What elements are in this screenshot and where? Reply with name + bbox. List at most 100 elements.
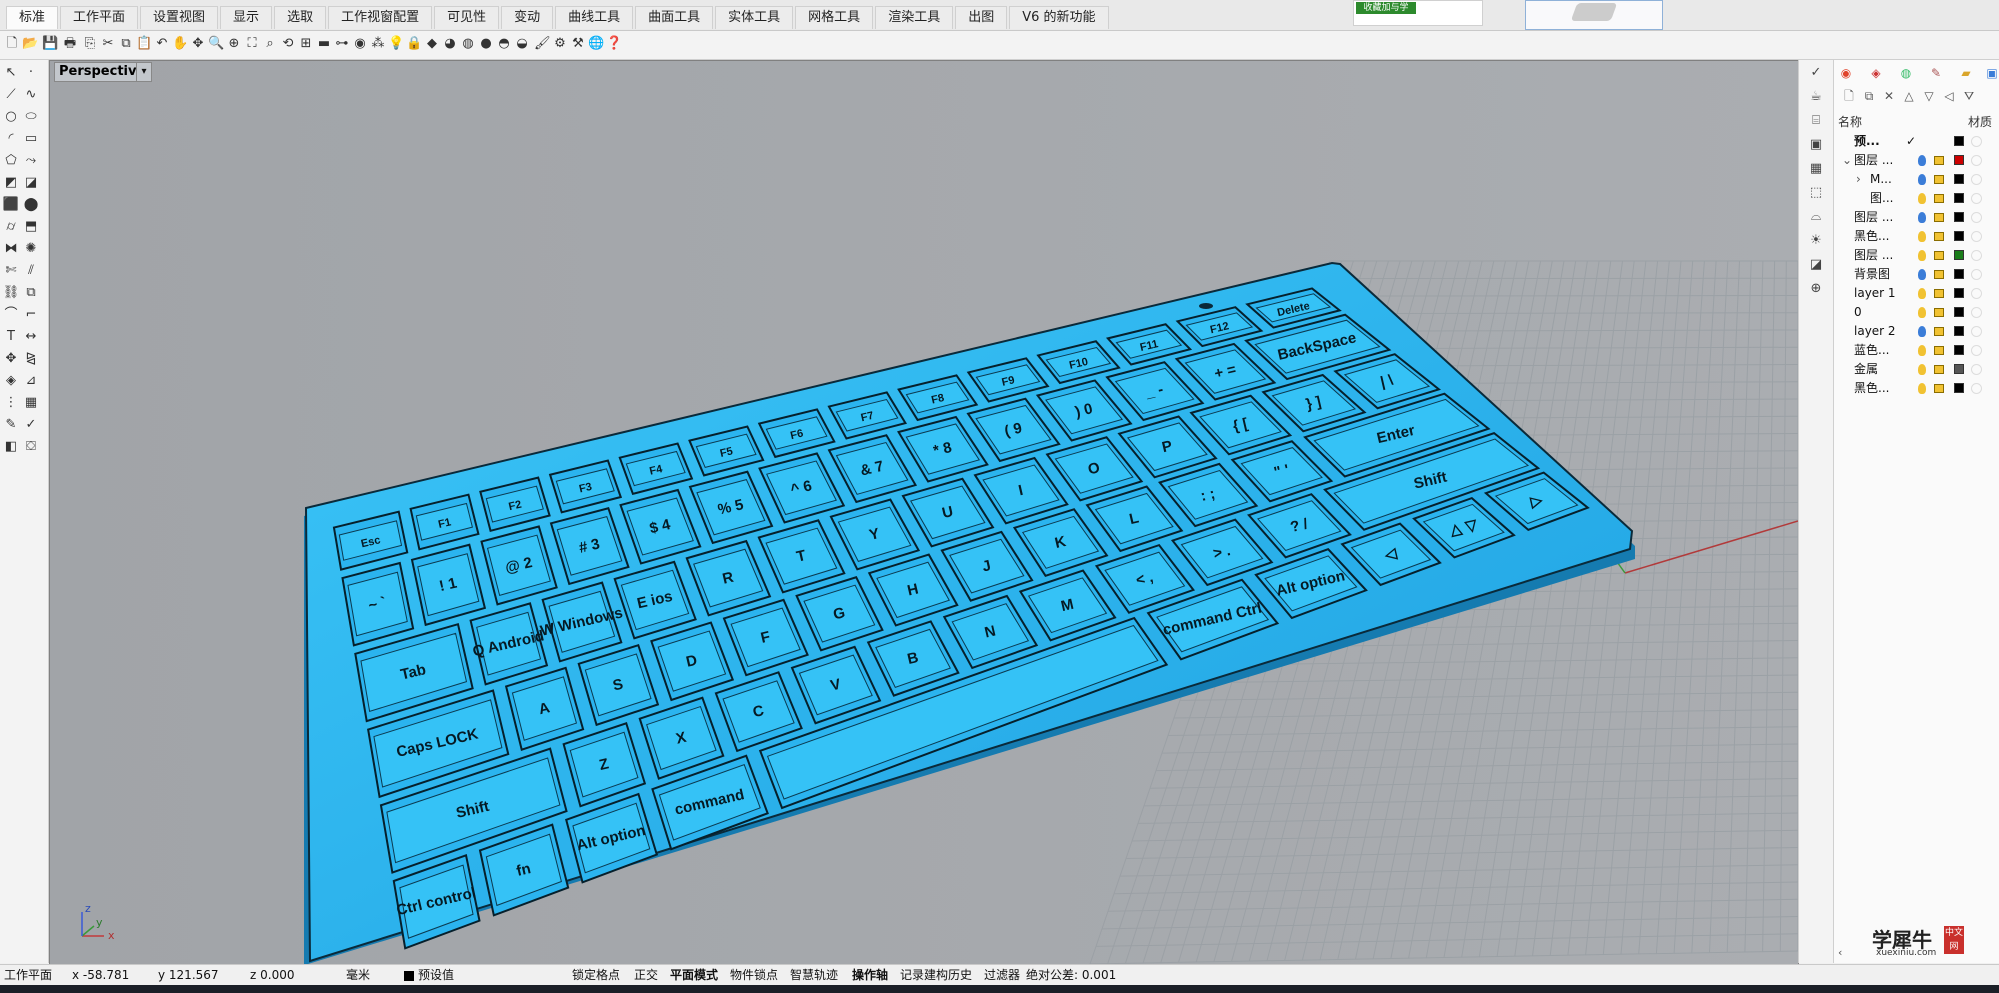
product-thumbnail[interactable] <box>1525 0 1663 30</box>
select-icon[interactable]: ◉ <box>352 36 368 52</box>
move-down-icon[interactable]: ▽ <box>1920 88 1938 104</box>
layer-row[interactable]: layer 1 <box>1834 284 1999 303</box>
cplane-status[interactable]: 工作平面 <box>4 965 52 986</box>
group-icon[interactable]: ⧉ <box>22 284 40 302</box>
layer-name[interactable]: 图... <box>1870 189 1893 208</box>
layer-visibility-bulb-icon[interactable] <box>1918 383 1926 394</box>
layer-visibility-bulb-icon[interactable] <box>1918 326 1926 337</box>
color-wheel-icon[interactable]: ◕ <box>442 36 458 52</box>
layer-lock-icon[interactable] <box>1934 289 1944 298</box>
perspective-viewport[interactable]: Esc F1 F2 F3 F4 F5 F6 F7 F8 F9 F10 F11 F12 Delete ~ `!… <box>49 60 1799 965</box>
move-icon[interactable]: ✥ <box>2 350 20 368</box>
layer-visibility-bulb-icon[interactable] <box>1918 345 1926 356</box>
layer-lock-icon[interactable] <box>1934 213 1944 222</box>
analyze-icon[interactable]: ⊿ <box>22 372 40 390</box>
wireframe-sphere-icon[interactable]: ◍ <box>460 36 476 52</box>
render-tool-icon[interactable]: ✎ <box>2 416 20 434</box>
lamp-icon[interactable]: ⌓ <box>1807 208 1825 226</box>
tab-13[interactable]: 出图 <box>955 6 1008 29</box>
layer-row[interactable]: 黑色... <box>1834 227 1999 246</box>
layer-color-swatch[interactable] <box>1954 383 1964 393</box>
layer-color-swatch[interactable] <box>1954 250 1964 260</box>
layer-lock-icon[interactable] <box>1934 156 1944 165</box>
ad-banner[interactable]: 收藏加与学 <box>1353 0 1483 26</box>
record-history-toggle[interactable]: 记录建构历史 <box>900 965 972 986</box>
rotate-view-icon[interactable]: ⟲ <box>280 36 296 52</box>
layer-color-swatch[interactable] <box>1954 288 1964 298</box>
tab-7[interactable]: 变动 <box>501 6 554 29</box>
select-arrow-icon[interactable]: ↖ <box>2 64 20 82</box>
paint-panel-tab-icon[interactable]: ✎ <box>1926 64 1946 82</box>
layer-lock-icon[interactable] <box>1934 308 1944 317</box>
tab-2[interactable]: 设置视图 <box>140 6 219 29</box>
layer-material-icon[interactable] <box>1971 345 1982 356</box>
lock-icon[interactable]: 🔒 <box>406 36 422 52</box>
layer-lock-icon[interactable] <box>1934 194 1944 203</box>
tab-11[interactable]: 网格工具 <box>795 6 874 29</box>
layer-visibility-bulb-icon[interactable] <box>1918 269 1926 280</box>
layer-visibility-bulb-icon[interactable] <box>1918 193 1926 204</box>
layer-expander-icon[interactable]: › <box>1856 170 1861 189</box>
undo-icon[interactable]: ↶ <box>154 36 170 52</box>
extrude-icon[interactable]: ⬒ <box>22 218 40 236</box>
gumball-toggle[interactable]: 操作轴 <box>852 965 888 986</box>
tab-14[interactable]: V6 的新功能 <box>1009 6 1109 29</box>
layer-lock-icon[interactable] <box>1934 365 1944 374</box>
tab-12[interactable]: 渲染工具 <box>875 6 954 29</box>
layer-material-icon[interactable] <box>1971 193 1982 204</box>
layer-name[interactable]: 金属 <box>1854 360 1878 379</box>
layer-row[interactable]: 0 <box>1834 303 1999 322</box>
surface-icon[interactable]: ◩ <box>2 174 20 192</box>
layer-color-swatch[interactable] <box>1954 193 1964 203</box>
layer-row[interactable]: layer 2 <box>1834 322 1999 341</box>
layer-name[interactable]: 蓝色... <box>1854 341 1889 360</box>
dimension-icon[interactable]: ↔ <box>22 328 40 346</box>
join-icon[interactable]: ⛓ <box>2 284 20 302</box>
polygon-icon[interactable]: ⬠ <box>2 152 20 170</box>
layer-name[interactable]: layer 1 <box>1854 284 1896 303</box>
array-icon[interactable]: ⋮ <box>2 394 20 412</box>
layer-lock-icon[interactable] <box>1934 346 1944 355</box>
filter-toggle[interactable]: 过滤器 <box>984 965 1020 986</box>
layer-color-swatch[interactable] <box>1954 326 1964 336</box>
layer-visibility-bulb-icon[interactable] <box>1918 231 1926 242</box>
layer-material-icon[interactable] <box>1971 383 1982 394</box>
zoom-icon[interactable]: 🔍 <box>208 36 224 52</box>
circle-icon[interactable]: ○ <box>2 108 20 126</box>
solid-icon[interactable]: ◈ <box>2 372 20 390</box>
copy-icon[interactable]: ⧉ <box>118 36 134 52</box>
paint-bucket-icon[interactable]: ⛋ <box>22 438 40 456</box>
move-view-icon[interactable]: ✥ <box>190 36 206 52</box>
layer-color-swatch[interactable] <box>1954 307 1964 317</box>
four-view-icon[interactable]: ⊞ <box>298 36 314 52</box>
layer-row[interactable]: 图层 ... <box>1834 208 1999 227</box>
layer-name[interactable]: 预... <box>1854 132 1880 151</box>
import-icon[interactable]: ⎘ <box>82 36 98 52</box>
folder-panel-tab-icon[interactable]: ▰ <box>1956 64 1976 82</box>
document-properties-icon[interactable]: ⚒ <box>570 36 586 52</box>
layer-name[interactable]: 图层 ... <box>1854 208 1893 227</box>
viewport-menu-arrow[interactable]: ▾ <box>136 62 152 82</box>
osnap-toggle[interactable]: 物件锁点 <box>730 965 778 986</box>
cube-icon[interactable]: ⬚ <box>1807 184 1825 202</box>
curve-icon[interactable]: ∿ <box>22 86 40 104</box>
layer-row[interactable]: 背景图 <box>1834 265 1999 284</box>
layer-visibility-bulb-icon[interactable] <box>1918 307 1926 318</box>
grid-snap-icon[interactable]: ⁂ <box>370 36 386 52</box>
ellipse-icon[interactable]: ⬭ <box>22 108 40 126</box>
layer-color-swatch[interactable] <box>1954 174 1964 184</box>
layer-lock-icon[interactable] <box>1934 175 1944 184</box>
move-up-icon[interactable]: △ <box>1900 88 1918 104</box>
new-sublayer-icon[interactable]: ⧉ <box>1860 88 1878 104</box>
help-icon[interactable]: ❓ <box>606 36 622 52</box>
properties-icon[interactable]: ▦ <box>1807 160 1825 178</box>
layer-visibility-bulb-icon[interactable] <box>1918 250 1926 261</box>
tab-8[interactable]: 曲线工具 <box>555 6 634 29</box>
layer-row[interactable]: 预... ✓ <box>1834 132 1999 151</box>
viewport-canvas[interactable]: EscF1F2F3F4F5F6F7F8F9F10F11F12Delete~ `!… <box>50 61 1798 964</box>
zoom-window-icon[interactable]: ⊕ <box>226 36 242 52</box>
text-icon[interactable]: T <box>2 328 20 346</box>
texture-icon[interactable]: ◪ <box>1807 256 1825 274</box>
layer-visibility-bulb-icon[interactable] <box>1918 364 1926 375</box>
fillet-icon[interactable]: ⌒ <box>2 306 20 324</box>
